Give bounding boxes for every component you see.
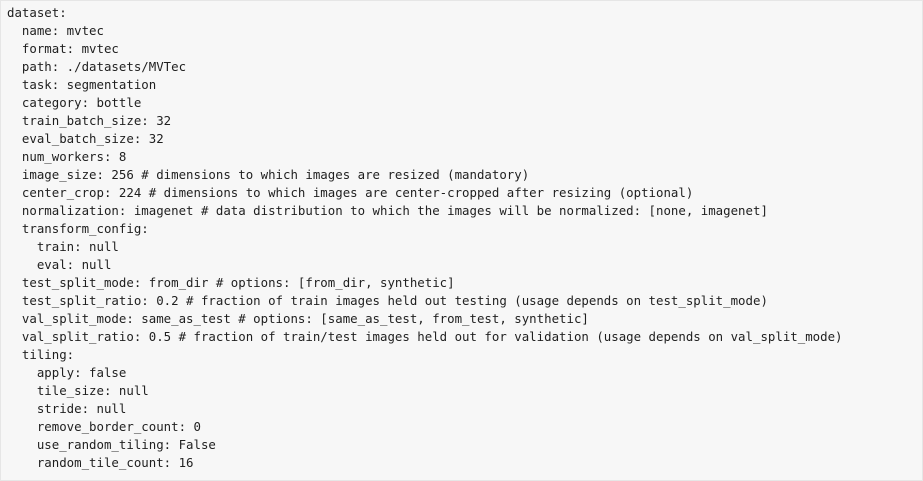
code-line-transform-config: transform_config: (7, 221, 149, 236)
code-line-train-batch-size: train_batch_size: 32 (7, 113, 172, 128)
code-line-tile-size: tile_size: null (7, 383, 149, 398)
code-line-path: path: ./datasets/MVTec (7, 59, 187, 74)
code-line-center-crop: center_crop: 224 # dimensions to which i… (7, 185, 694, 200)
code-line-test-split-mode: test_split_mode: from_dir # options: [fr… (7, 275, 455, 290)
code-line-name: name: mvtec (7, 23, 104, 38)
code-line-eval-batch-size: eval_batch_size: 32 (7, 131, 164, 146)
code-line-category: category: bottle (7, 95, 142, 110)
code-line-image-size: image_size: 256 # dimensions to which im… (7, 167, 530, 182)
code-line-num-workers: num_workers: 8 (7, 149, 127, 164)
code-line-normalization: normalization: imagenet # data distribut… (7, 203, 768, 218)
code-line-val-split-ratio: val_split_ratio: 0.5 # fraction of train… (7, 329, 843, 344)
code-line-dataset: dataset: (7, 5, 67, 20)
code-line-random-tile-count: random_tile_count: 16 (7, 455, 194, 470)
code-line-val-split-mode: val_split_mode: same_as_test # options: … (7, 311, 589, 326)
code-line-tiling: tiling: (7, 347, 75, 362)
yaml-code-block: dataset: name: mvtec format: mvtec path:… (0, 0, 923, 481)
code-line-test-split-ratio: test_split_ratio: 0.2 # fraction of trai… (7, 293, 768, 308)
code-line-use-random-tiling: use_random_tiling: False (7, 437, 216, 452)
code-line-task: task: segmentation (7, 77, 157, 92)
code-line-remove-border-count: remove_border_count: 0 (7, 419, 201, 434)
code-line-stride: stride: null (7, 401, 127, 416)
code-line-format: format: mvtec (7, 41, 119, 56)
code-line-eval: eval: null (7, 257, 112, 272)
code-line-train: train: null (7, 239, 119, 254)
code-line-apply: apply: false (7, 365, 127, 380)
